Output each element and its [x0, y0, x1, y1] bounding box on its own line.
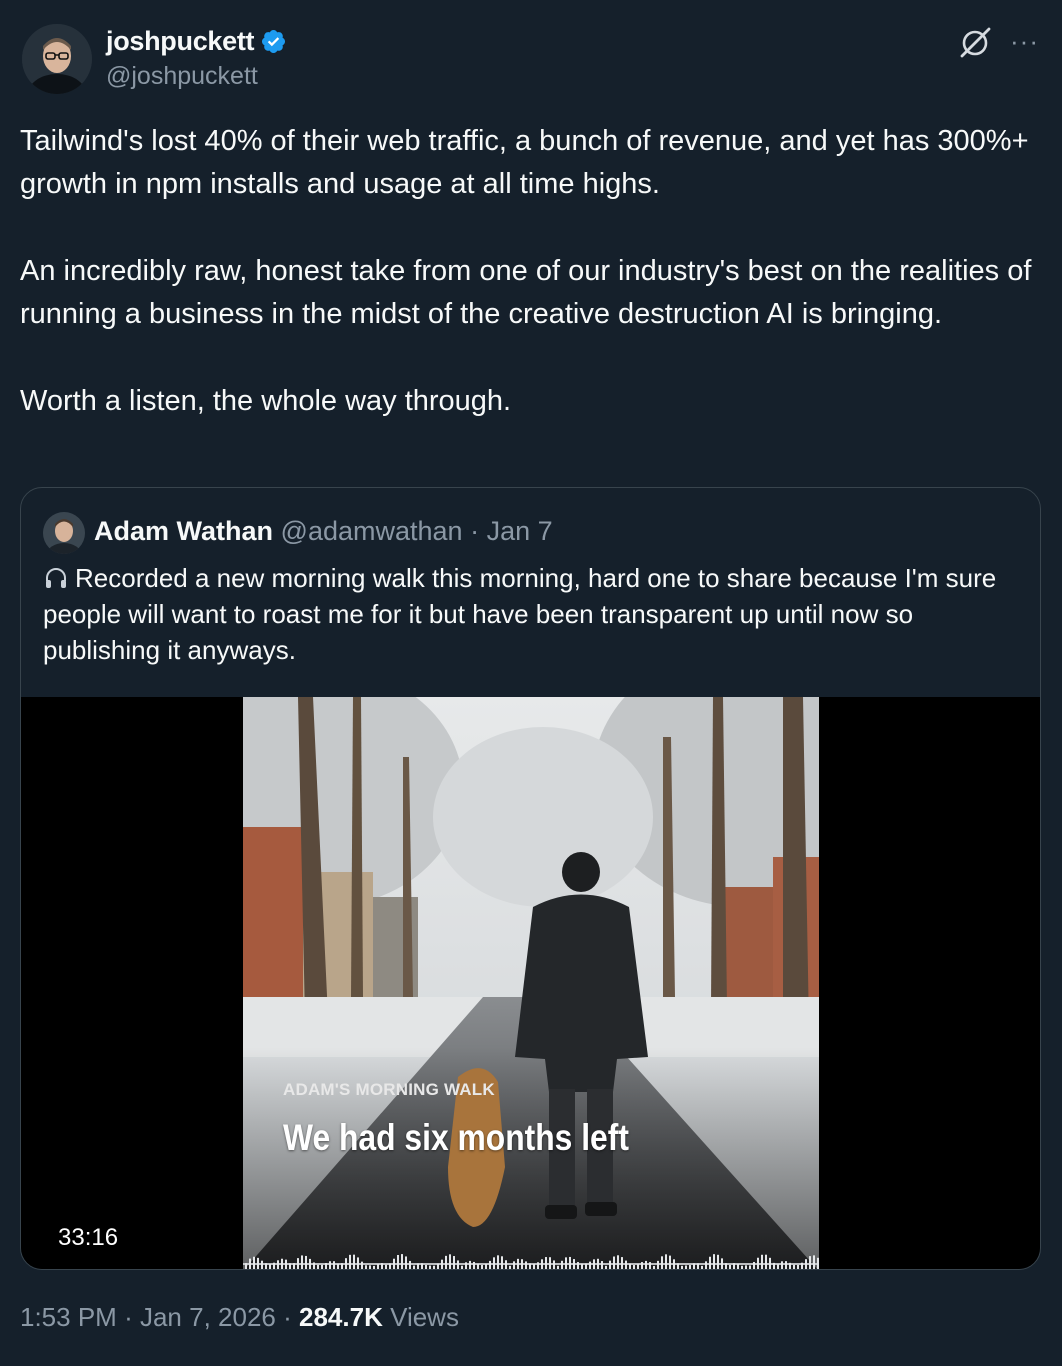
meta-separator: · — [124, 1302, 133, 1332]
quote-separator: · — [470, 516, 480, 546]
views-label: Views — [390, 1302, 459, 1332]
tweet-time[interactable]: 1:53 PM — [20, 1302, 117, 1332]
tweet-paragraph: An incredibly raw, honest take from one … — [20, 254, 1032, 331]
tweet-date[interactable]: Jan 7, 2026 — [140, 1302, 276, 1332]
grok-icon[interactable] — [958, 24, 994, 60]
video-title: We had six months left — [283, 1117, 629, 1158]
quote-text-body: Recorded a new morning walk this morning… — [43, 563, 997, 665]
quote-author-handle[interactable]: @adamwathan — [281, 516, 463, 546]
tweet-meta: 1:53 PM · Jan 7, 2026 · 284.7K Views — [20, 1302, 459, 1333]
tweet-paragraph: Tailwind's lost 40% of their web traffic… — [20, 125, 1029, 201]
meta-separator: · — [283, 1302, 292, 1332]
video-thumbnail[interactable]: ADAM'S MORNING WALK We had six months le… — [243, 697, 819, 1269]
video-player[interactable]: ADAM'S MORNING WALK We had six months le… — [21, 697, 1040, 1269]
author-avatar[interactable] — [22, 24, 92, 94]
video-duration: 33:16 — [58, 1224, 119, 1251]
quote-author-avatar[interactable] — [43, 512, 85, 554]
tweet-paragraph: Worth a listen, the whole way through. — [20, 384, 512, 417]
quote-author-name[interactable]: Adam Wathan — [94, 516, 273, 546]
headphones-icon — [43, 564, 69, 590]
views-count: 284.7K — [299, 1302, 383, 1332]
quote-date[interactable]: Jan 7 — [487, 516, 553, 546]
more-options-icon[interactable]: ··· — [1010, 26, 1039, 56]
tweet-text: Tailwind's lost 40% of their web traffic… — [20, 120, 1042, 423]
verified-badge-icon — [260, 28, 287, 55]
video-kicker: ADAM'S MORNING WALK — [283, 1080, 495, 1099]
author-handle[interactable]: @joshpuckett — [106, 62, 258, 91]
author-display-name[interactable]: joshpuckett — [106, 26, 255, 57]
quoted-tweet-card[interactable]: Adam Wathan @adamwathan · Jan 7 Recorded… — [20, 487, 1041, 1270]
quote-text: Recorded a new morning walk this morning… — [43, 560, 1033, 668]
